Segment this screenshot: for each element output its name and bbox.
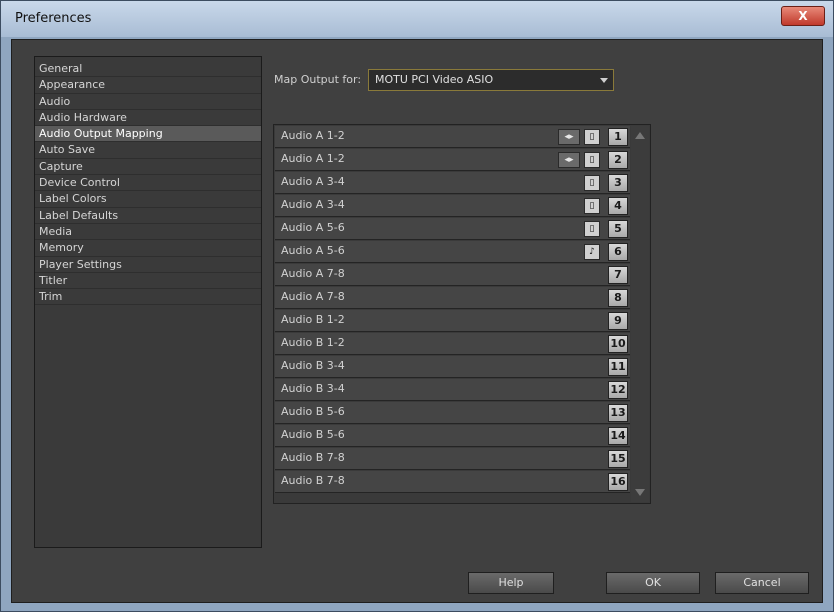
track-label: Audio A 7-8	[281, 267, 345, 280]
speaker-icon[interactable]: ▯	[584, 152, 600, 168]
channel-number[interactable]: 4	[608, 197, 628, 215]
channel-number[interactable]: 9	[608, 312, 628, 330]
mono-icon[interactable]: ♪	[584, 244, 600, 260]
sidebar-item-label-colors[interactable]: Label Colors	[35, 191, 261, 208]
channel-number[interactable]: 2	[608, 151, 628, 169]
mapping-row[interactable]: Audio A 3-4 ▯ 3	[275, 172, 630, 194]
mapping-row[interactable]: Audio A 7-8 8	[275, 287, 630, 309]
sidebar-item-device-control[interactable]: Device Control	[35, 175, 261, 192]
channel-number[interactable]: 5	[608, 220, 628, 238]
track-label: Audio A 1-2	[281, 152, 345, 165]
mapping-row[interactable]: Audio A 5-6 ♪ 6	[275, 241, 630, 263]
chevron-down-icon	[600, 78, 608, 83]
scroll-down-arrow-icon[interactable]	[635, 489, 645, 496]
ok-button[interactable]: OK	[606, 572, 700, 594]
sidebar-item-titler[interactable]: Titler	[35, 273, 261, 290]
window-title: Preferences	[15, 11, 92, 26]
channel-number[interactable]: 14	[608, 427, 628, 445]
mapping-row[interactable]: Audio B 3-4 12	[275, 379, 630, 401]
sidebar-item-media[interactable]: Media	[35, 224, 261, 241]
mapping-row[interactable]: Audio A 5-6 ▯ 5	[275, 218, 630, 240]
sidebar-item-audio[interactable]: Audio	[35, 94, 261, 110]
sidebar-item-general[interactable]: General	[35, 61, 261, 78]
track-label: Audio A 5-6	[281, 244, 345, 257]
preferences-window: Preferences X General Appearance Audio A…	[0, 0, 834, 612]
close-button[interactable]: X	[781, 6, 825, 26]
output-mapping-list[interactable]: Audio A 1-2 ◂▸ ▯ 1 Audio A 1-2 ◂▸ ▯ 2 Au…	[273, 124, 651, 504]
track-label: Audio A 5-6	[281, 221, 345, 234]
dialog-body: General Appearance Audio Audio Hardware …	[11, 39, 823, 603]
stereo-icon[interactable]: ◂▸	[558, 129, 580, 145]
mapping-row[interactable]: Audio B 5-6 13	[275, 402, 630, 424]
channel-number[interactable]: 6	[608, 243, 628, 261]
channel-number[interactable]: 7	[608, 266, 628, 284]
preferences-category-list[interactable]: General Appearance Audio Audio Hardware …	[34, 56, 262, 548]
speaker-icon[interactable]: ▯	[584, 221, 600, 237]
cancel-button[interactable]: Cancel	[715, 572, 809, 594]
map-output-value: MOTU PCI Video ASIO	[375, 73, 494, 86]
channel-number[interactable]: 10	[608, 335, 628, 353]
stereo-icon[interactable]: ◂▸	[558, 152, 580, 168]
sidebar-item-label-defaults[interactable]: Label Defaults	[35, 208, 261, 224]
mapping-row[interactable]: Audio B 1-2 9	[275, 310, 630, 332]
channel-number[interactable]: 1	[608, 128, 628, 146]
track-label: Audio B 1-2	[281, 336, 345, 349]
track-label: Audio B 3-4	[281, 359, 345, 372]
sidebar-item-audio-output-mapping[interactable]: Audio Output Mapping	[35, 126, 261, 143]
map-output-dropdown[interactable]: MOTU PCI Video ASIO	[368, 69, 614, 91]
track-label: Audio A 7-8	[281, 290, 345, 303]
sidebar-item-capture[interactable]: Capture	[35, 159, 261, 176]
channel-number[interactable]: 13	[608, 404, 628, 422]
channel-number[interactable]: 8	[608, 289, 628, 307]
channel-number[interactable]: 11	[608, 358, 628, 376]
sidebar-item-player-settings[interactable]: Player Settings	[35, 257, 261, 273]
mapping-row[interactable]: Audio B 7-8 15	[275, 448, 630, 470]
mapping-row[interactable]: Audio A 7-8 7	[275, 264, 630, 286]
channel-number[interactable]: 12	[608, 381, 628, 399]
track-label: Audio A 3-4	[281, 198, 345, 211]
mapping-row[interactable]: Audio A 3-4 ▯ 4	[275, 195, 630, 217]
channel-number[interactable]: 16	[608, 473, 628, 491]
track-label: Audio B 3-4	[281, 382, 345, 395]
track-label: Audio A 3-4	[281, 175, 345, 188]
mapping-row[interactable]: Audio B 7-8 16	[275, 471, 630, 493]
track-label: Audio B 5-6	[281, 405, 345, 418]
map-output-label: Map Output for:	[274, 73, 362, 86]
mapping-row[interactable]: Audio B 1-2 10	[275, 333, 630, 355]
help-button[interactable]: Help	[468, 572, 554, 594]
title-bar[interactable]: Preferences X	[1, 1, 833, 37]
mapping-row[interactable]: Audio A 1-2 ◂▸ ▯ 1	[275, 126, 630, 148]
mapping-row[interactable]: Audio A 1-2 ◂▸ ▯ 2	[275, 149, 630, 171]
speaker-icon[interactable]: ▯	[584, 129, 600, 145]
channel-number[interactable]: 15	[608, 450, 628, 468]
mapping-row[interactable]: Audio B 5-6 14	[275, 425, 630, 447]
sidebar-item-trim[interactable]: Trim	[35, 289, 261, 306]
track-label: Audio B 7-8	[281, 474, 345, 487]
scroll-up-arrow-icon[interactable]	[635, 132, 645, 139]
sidebar-item-appearance[interactable]: Appearance	[35, 77, 261, 94]
sidebar-item-audio-hardware[interactable]: Audio Hardware	[35, 110, 261, 127]
channel-number[interactable]: 3	[608, 174, 628, 192]
track-label: Audio B 1-2	[281, 313, 345, 326]
track-label: Audio A 1-2	[281, 129, 345, 142]
sidebar-item-auto-save[interactable]: Auto Save	[35, 142, 261, 159]
sidebar-item-memory[interactable]: Memory	[35, 240, 261, 257]
speaker-icon[interactable]: ▯	[584, 198, 600, 214]
track-label: Audio B 5-6	[281, 428, 345, 441]
track-label: Audio B 7-8	[281, 451, 345, 464]
speaker-icon[interactable]: ▯	[584, 175, 600, 191]
mapping-row[interactable]: Audio B 3-4 11	[275, 356, 630, 378]
list-scrollbar[interactable]	[631, 126, 649, 502]
